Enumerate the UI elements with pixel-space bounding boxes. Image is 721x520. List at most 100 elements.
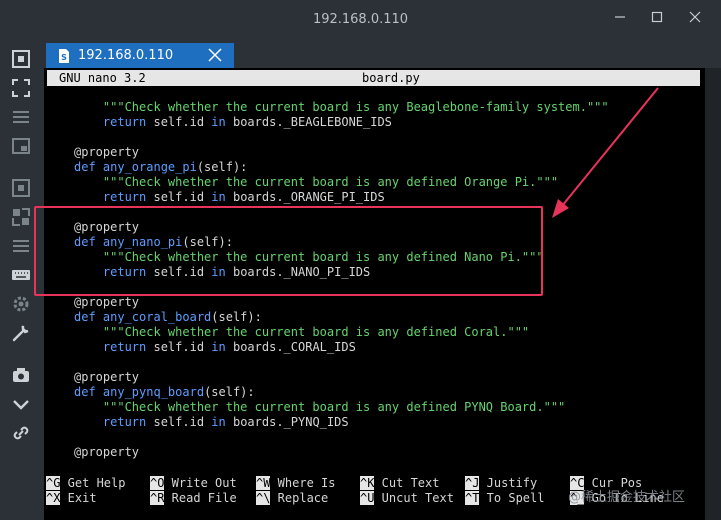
code-token: """Check whether the current board is an… [102,100,609,114]
code-token: in [211,415,233,429]
code-token: """Check whether the current board is an… [102,175,559,189]
camera-icon[interactable] [10,364,32,386]
expand-icon[interactable] [10,77,32,99]
shortcut-item: ^W Where Is [256,476,335,491]
scrollbar[interactable] [705,68,721,520]
shortcut-item: ^\ Replace [256,491,328,506]
link-icon[interactable] [10,422,32,444]
code-line: return self.id in boards._CORAL_IDS [74,340,356,355]
nano-version: GNU nano 3.2 [59,71,146,85]
code-line: @property [74,370,139,385]
code-token: in [211,340,233,354]
code-line: def any_coral_board(self): [74,310,262,325]
code-token: return [74,340,154,354]
code-token: in [211,190,233,204]
window-title-bar: 192.168.0.110 [0,0,721,40]
code-line: @property [74,145,139,160]
list-icon[interactable] [10,235,32,257]
tools-icon[interactable] [10,322,32,344]
menu-icon[interactable] [10,106,32,128]
shortcut-label: Exit [60,491,97,505]
code-line: """Check whether the current board is an… [74,100,609,115]
shortcut-label: Write Out [164,476,237,490]
code-line: def any_pynq_board(self): [74,385,255,400]
ssh-icon: S [56,48,72,64]
shortcut-label: Get Help [60,476,126,490]
code-token: (self): [196,160,248,174]
shortcut-item: ^G Get Help [46,476,125,491]
svg-text:S: S [61,53,67,62]
shortcut-item: ^U Uncut Text [360,491,454,506]
highlight-box [34,206,543,296]
shortcut-item: ^J Justify [465,476,537,491]
minimize-icon[interactable] [608,8,632,30]
code-token: (self): [204,385,255,399]
terminal[interactable]: GNU nano 3.2 board.py """Check whether t… [34,68,705,520]
shortcut-key: ^O [150,476,165,490]
fullscreen-icon[interactable] [10,177,32,199]
code-token: boards._BEAGLEBONE_IDS [232,115,392,129]
shortcut-label: Where Is [270,476,336,490]
settings-icon[interactable] [10,293,32,315]
shortcut-label: Cut Text [374,476,440,490]
shortcut-item: ^T To Spell [465,491,544,506]
tab-strip: S 192.168.0.110 [44,40,721,68]
code-line: """Check whether the current board is an… [74,175,558,190]
tab-session[interactable]: S 192.168.0.110 [46,43,234,68]
code-line: return self.id in boards._BEAGLEBONE_IDS [74,115,392,130]
close-icon[interactable] [206,46,224,64]
code-token: any_coral_board [102,310,212,324]
code-token: @property [74,295,140,309]
code-token: def [74,310,103,324]
code-token: boards._ORANGE_PI_IDS [232,190,385,204]
maximize-icon[interactable] [645,8,669,30]
shortcut-item: ^X Exit [46,491,97,506]
code-line: @property [74,295,139,310]
keyboard-icon[interactable] [10,264,32,286]
shortcut-key: ^X [46,491,61,505]
shortcut-key: ^R [150,491,165,505]
close-icon[interactable] [683,8,707,30]
code-token: return [74,115,154,129]
tab-label: 192.168.0.110 [78,48,174,63]
code-token: """Check whether the current board is an… [102,400,566,414]
shortcut-label: Justify [479,476,538,490]
shortcut-key: ^K [360,476,375,490]
code-token: def [74,385,103,399]
chevron-down-icon[interactable] [10,393,32,415]
code-line: @property [74,445,139,460]
shortcut-key: ^\ [256,491,271,505]
code-token: in [211,115,233,129]
code-line: """Check whether the current board is an… [74,325,529,340]
layout-icon[interactable] [10,135,32,157]
shortcut-key: ^J [465,476,480,490]
code-token: return [74,190,154,204]
code-token: self.id [153,340,212,354]
code-line: return self.id in boards._PYNQ_IDS [74,415,349,430]
shortcut-item: ^K Cut Text [360,476,439,491]
nano-header: GNU nano 3.2 board.py [47,70,700,86]
code-token: """Check whether the current board is an… [102,325,530,339]
shortcut-label: Uncut Text [374,491,454,505]
shortcut-item: ^O Write Out [150,476,237,491]
split-icon[interactable] [10,206,32,228]
shortcut-key: ^W [256,476,271,490]
session-icon[interactable] [10,48,32,70]
code-line: """Check whether the current board is an… [74,400,565,415]
code-token: def [74,160,103,174]
shortcut-key: ^T [465,491,480,505]
code-token: boards._CORAL_IDS [232,340,356,354]
watermark: @稀土掘金技术社区 [568,490,686,505]
code-token: self.id [153,190,212,204]
shortcut-label: To Spell [479,491,545,505]
shortcut-label: Replace [270,491,329,505]
code-token: return [74,415,154,429]
code-token: any_pynq_board [102,385,205,399]
code-token: any_orange_pi [102,160,197,174]
shortcut-key: ^U [360,491,375,505]
shortcut-item: ^R Read File [150,491,237,506]
